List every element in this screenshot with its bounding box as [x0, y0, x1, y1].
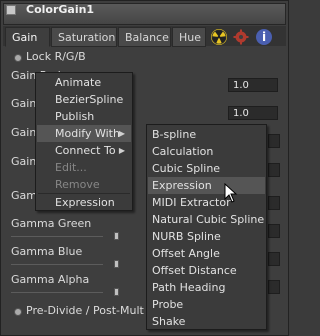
- radiation-icon[interactable]: [211, 29, 227, 45]
- tab-gain[interactable]: Gain: [5, 27, 50, 47]
- gain-alpha-label: Gain: [11, 155, 37, 168]
- submenu-item-nurb-spline[interactable]: NURB Spline: [148, 228, 265, 245]
- submenu-item-midi-extractor[interactable]: MIDI Extractor: [148, 194, 265, 211]
- modify-with-submenu: B-spline Calculation Cubic Spline Expres…: [146, 124, 267, 330]
- menu-item-bezierspline[interactable]: BezierSpline: [37, 91, 131, 108]
- submenu-item-offset-angle[interactable]: Offset Angle: [148, 245, 265, 262]
- gain-green-label: Gain: [11, 97, 37, 110]
- gamma-alpha-label: Gamma Alpha: [11, 273, 90, 286]
- gamma-green-field[interactable]: [268, 224, 280, 238]
- tab-hue[interactable]: Hue: [172, 27, 206, 47]
- lock-rgb-label: Lock R/G/B: [26, 50, 86, 63]
- gamma-blue-knob[interactable]: [114, 260, 119, 268]
- submenu-item-probe[interactable]: Probe: [148, 296, 265, 313]
- menu-item-animate[interactable]: Animate: [37, 74, 131, 91]
- mouse-cursor-icon: [224, 182, 238, 205]
- menu-item-expression[interactable]: Expression: [37, 194, 131, 211]
- gain-blue-field[interactable]: [268, 134, 280, 148]
- submenu-item-b-spline[interactable]: B-spline: [148, 126, 265, 143]
- menu-item-modify-with[interactable]: Modify With ▶: [37, 125, 131, 142]
- gamma-alpha-slider[interactable]: [11, 292, 103, 293]
- lock-rgb-checkbox[interactable]: [14, 54, 22, 62]
- submenu-arrow-icon: ▶: [118, 146, 125, 155]
- gamma-green-knob[interactable]: [114, 232, 119, 240]
- gamma-alpha-field[interactable]: [268, 280, 280, 294]
- context-menu: Animate BezierSpline Publish Modify With…: [35, 72, 133, 211]
- submenu-item-cubic-spline[interactable]: Cubic Spline: [148, 160, 265, 177]
- gain-alpha-field[interactable]: [268, 163, 280, 177]
- submenu-arrow-icon: ▶: [118, 129, 125, 138]
- tool-title: ColorGain1: [26, 3, 95, 16]
- menu-item-publish[interactable]: Publish: [37, 108, 131, 125]
- submenu-item-expression[interactable]: Expression: [148, 177, 265, 194]
- menu-item-edit[interactable]: Edit...: [37, 159, 131, 176]
- predivide-checkbox[interactable]: [14, 308, 22, 316]
- gamma-blue-slider[interactable]: [11, 264, 103, 265]
- gamma-blue-label: Gamma Blue: [11, 245, 83, 258]
- gamma-red-field[interactable]: [268, 196, 280, 210]
- gain-green-field[interactable]: 1.0: [228, 106, 278, 120]
- menu-item-remove[interactable]: Remove: [37, 176, 131, 193]
- gain-blue-label: Gain: [11, 126, 37, 139]
- submenu-item-calculation[interactable]: Calculation: [148, 143, 265, 160]
- submenu-item-natural-cubic-spline[interactable]: Natural Cubic Spline: [148, 211, 265, 228]
- predivide-label: Pre-Divide / Post-Mult: [26, 304, 144, 317]
- gear-icon[interactable]: [233, 29, 249, 45]
- gamma-green-label: Gamma Green: [11, 217, 92, 230]
- submenu-item-path-heading[interactable]: Path Heading: [148, 279, 265, 296]
- collapse-toggle[interactable]: [6, 5, 16, 15]
- gamma-alpha-knob[interactable]: [114, 288, 119, 296]
- info-icon[interactable]: i: [256, 29, 272, 45]
- submenu-item-offset-distance[interactable]: Offset Distance: [148, 262, 265, 279]
- tab-saturation[interactable]: Saturation: [51, 27, 117, 47]
- menu-item-connect-to[interactable]: Connect To ▶: [37, 142, 131, 159]
- gamma-blue-field[interactable]: [268, 252, 280, 266]
- tab-balance[interactable]: Balance: [118, 27, 171, 47]
- submenu-item-shake[interactable]: Shake: [148, 313, 265, 330]
- gamma-green-slider[interactable]: [11, 236, 103, 237]
- gain-red-field[interactable]: 1.0: [228, 78, 278, 92]
